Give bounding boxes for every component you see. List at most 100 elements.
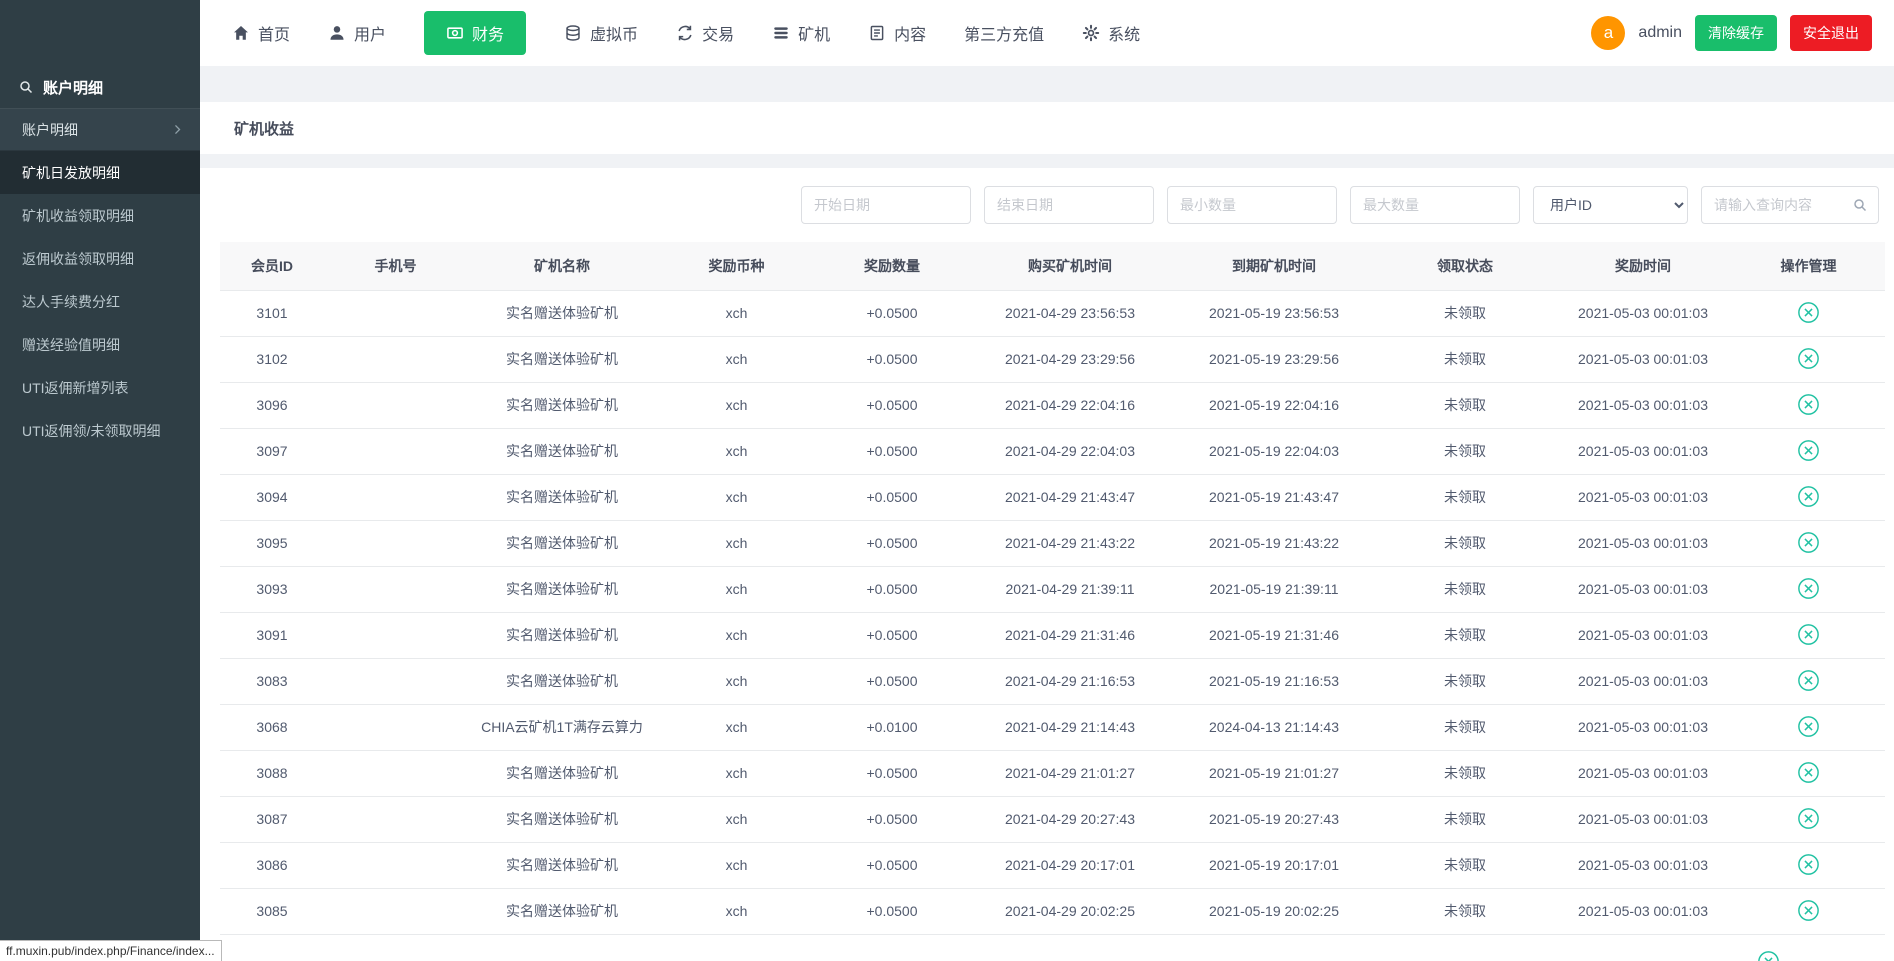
sidebar-item-rebate-income-claim[interactable]: 返佣收益领取明细 <box>0 237 200 280</box>
revoke-button[interactable] <box>1795 575 1822 602</box>
table-cell: 2021-04-29 20:17:01 <box>968 842 1172 888</box>
revoke-button[interactable] <box>1795 897 1822 924</box>
revoke-button[interactable] <box>1795 529 1822 556</box>
sidebar-item-account-detail[interactable]: 账户明细 <box>0 108 200 151</box>
table-cell: 2021-05-03 00:01:03 <box>1554 658 1732 704</box>
revoke-button[interactable] <box>1795 759 1822 786</box>
revoke-button[interactable] <box>1795 667 1822 694</box>
revoke-button[interactable] <box>1795 483 1822 510</box>
revoke-button[interactable] <box>1795 391 1822 418</box>
nav-item-finance[interactable]: 财务 <box>424 11 526 55</box>
table-cell: 2021-04-29 22:04:16 <box>968 382 1172 428</box>
nav-item-users[interactable]: 用户 <box>328 21 386 45</box>
table-row: 3096实名赠送体验矿机xch+0.05002021-04-29 22:04:1… <box>220 382 1885 428</box>
user-id-select[interactable]: 用户ID <box>1533 186 1688 224</box>
nav-item-trade[interactable]: 交易 <box>676 21 734 45</box>
table-cell: xch <box>657 750 816 796</box>
table-cell: 2021-04-29 20:27:43 <box>968 796 1172 842</box>
table-cell: 3096 <box>220 382 324 428</box>
sidebar-item-gift-exp-detail[interactable]: 赠送经验值明细 <box>0 323 200 366</box>
nav-item-miner[interactable]: 矿机 <box>772 21 830 45</box>
table-row: 3091实名赠送体验矿机xch+0.05002021-04-29 21:31:4… <box>220 612 1885 658</box>
table-cell: 3091 <box>220 612 324 658</box>
table-cell: 2021-05-19 21:43:22 <box>1172 520 1376 566</box>
table-cell-actions <box>1732 796 1885 842</box>
table-row: 3086实名赠送体验矿机xch+0.05002021-04-29 20:17:0… <box>220 842 1885 888</box>
column-header: 矿机名称 <box>467 242 657 290</box>
max-quantity-input[interactable] <box>1350 186 1520 224</box>
column-header: 领取状态 <box>1376 242 1554 290</box>
table-cell-actions <box>1732 842 1885 888</box>
column-header: 到期矿机时间 <box>1172 242 1376 290</box>
table-cell: 实名赠送体验矿机 <box>467 612 657 658</box>
search-icon <box>18 79 34 95</box>
table-cell: +0.0500 <box>816 474 968 520</box>
end-date-input[interactable] <box>984 186 1154 224</box>
avatar[interactable]: a <box>1591 16 1625 50</box>
table-cell: 3087 <box>220 796 324 842</box>
column-header: 奖励币种 <box>657 242 816 290</box>
nav-item-home[interactable]: 首页 <box>232 21 290 45</box>
table-cell: xch <box>657 566 816 612</box>
revoke-button[interactable] <box>1795 345 1822 372</box>
table-cell <box>324 888 467 934</box>
table-row: 3085实名赠送体验矿机xch+0.05002021-04-29 20:02:2… <box>220 888 1885 934</box>
sidebar-item-uti-rebate-new-list[interactable]: UTI返佣新增列表 <box>0 366 200 409</box>
nav-item-third-party-recharge[interactable]: 第三方充值 <box>964 21 1044 45</box>
nav-item-content[interactable]: 内容 <box>868 21 926 45</box>
logout-button[interactable]: 安全退出 <box>1790 15 1872 51</box>
status-url: ff.muxin.pub/index.php/Finance/index... <box>0 940 222 961</box>
sidebar-item-miner-daily-grant[interactable]: 矿机日发放明细 <box>0 151 200 194</box>
table-cell: 实名赠送体验矿机 <box>467 796 657 842</box>
min-quantity-input[interactable] <box>1167 186 1337 224</box>
revoke-button[interactable] <box>1795 851 1822 878</box>
clear-cache-button[interactable]: 清除缓存 <box>1695 15 1777 51</box>
table-cell-actions <box>1732 474 1885 520</box>
start-date-input[interactable] <box>801 186 971 224</box>
revoke-button[interactable] <box>1795 621 1822 648</box>
table-cell: 2021-05-03 00:01:03 <box>1554 612 1732 658</box>
revoke-button[interactable] <box>1795 805 1822 832</box>
table-cell: 未领取 <box>1376 336 1554 382</box>
table-cell: 2021-05-03 00:01:03 <box>1554 566 1732 612</box>
table-row: 3083实名赠送体验矿机xch+0.05002021-04-29 21:16:5… <box>220 658 1885 704</box>
table-cell <box>324 428 467 474</box>
close-circle-icon <box>1797 347 1820 370</box>
sidebar-item-uti-rebate-claim-detail[interactable]: UTI返佣领/未领取明细 <box>0 409 200 452</box>
revoke-button[interactable] <box>1795 299 1822 326</box>
column-header: 奖励时间 <box>1554 242 1732 290</box>
revoke-button[interactable] <box>1795 713 1822 740</box>
main-content: 矿机收益 用户ID 会员ID手机号矿机名称奖励币种奖励数量购买矿机时间到期矿机时… <box>200 0 1894 961</box>
table-cell: +0.0500 <box>816 520 968 566</box>
table-cell: 2021-05-19 20:27:43 <box>1172 796 1376 842</box>
table-cell: 未领取 <box>1376 566 1554 612</box>
table-cell: 2024-04-13 21:14:43 <box>1172 704 1376 750</box>
page-title: 矿机收益 <box>234 118 294 139</box>
table-cell-actions <box>1732 428 1885 474</box>
table-cell: 2021-04-29 21:39:11 <box>968 566 1172 612</box>
topbar-right: a admin 清除缓存 安全退出 <box>1591 15 1872 51</box>
table-cell: 2021-05-19 21:39:11 <box>1172 566 1376 612</box>
table-cell: +0.0500 <box>816 612 968 658</box>
search-icon[interactable] <box>1852 197 1868 213</box>
table-cell: 2021-05-19 20:17:01 <box>1172 842 1376 888</box>
sidebar-item-miner-income-claim[interactable]: 矿机收益领取明细 <box>0 194 200 237</box>
table-cell: 未领取 <box>1376 290 1554 336</box>
table-cell: 2021-04-29 21:01:27 <box>968 750 1172 796</box>
nav-item-crypto[interactable]: 虚拟币 <box>564 21 638 45</box>
table-cell: 未领取 <box>1376 658 1554 704</box>
close-circle-icon <box>1797 761 1820 784</box>
table-cell: 实名赠送体验矿机 <box>467 336 657 382</box>
table-cell: 2021-05-19 21:01:27 <box>1172 750 1376 796</box>
revoke-button[interactable] <box>1795 437 1822 464</box>
table-cell: 3086 <box>220 842 324 888</box>
nav-item-system[interactable]: 系统 <box>1082 21 1140 45</box>
table-cell: 3093 <box>220 566 324 612</box>
table-cell: +0.0500 <box>816 750 968 796</box>
table-header-row: 会员ID手机号矿机名称奖励币种奖励数量购买矿机时间到期矿机时间领取状态奖励时间操… <box>220 242 1885 290</box>
sidebar-item-talent-fee-dividend[interactable]: 达人手续费分红 <box>0 280 200 323</box>
table-cell: 3085 <box>220 888 324 934</box>
table-row: 3095实名赠送体验矿机xch+0.05002021-04-29 21:43:2… <box>220 520 1885 566</box>
table-cell: 2021-05-19 20:02:25 <box>1172 888 1376 934</box>
table-cell: 3094 <box>220 474 324 520</box>
